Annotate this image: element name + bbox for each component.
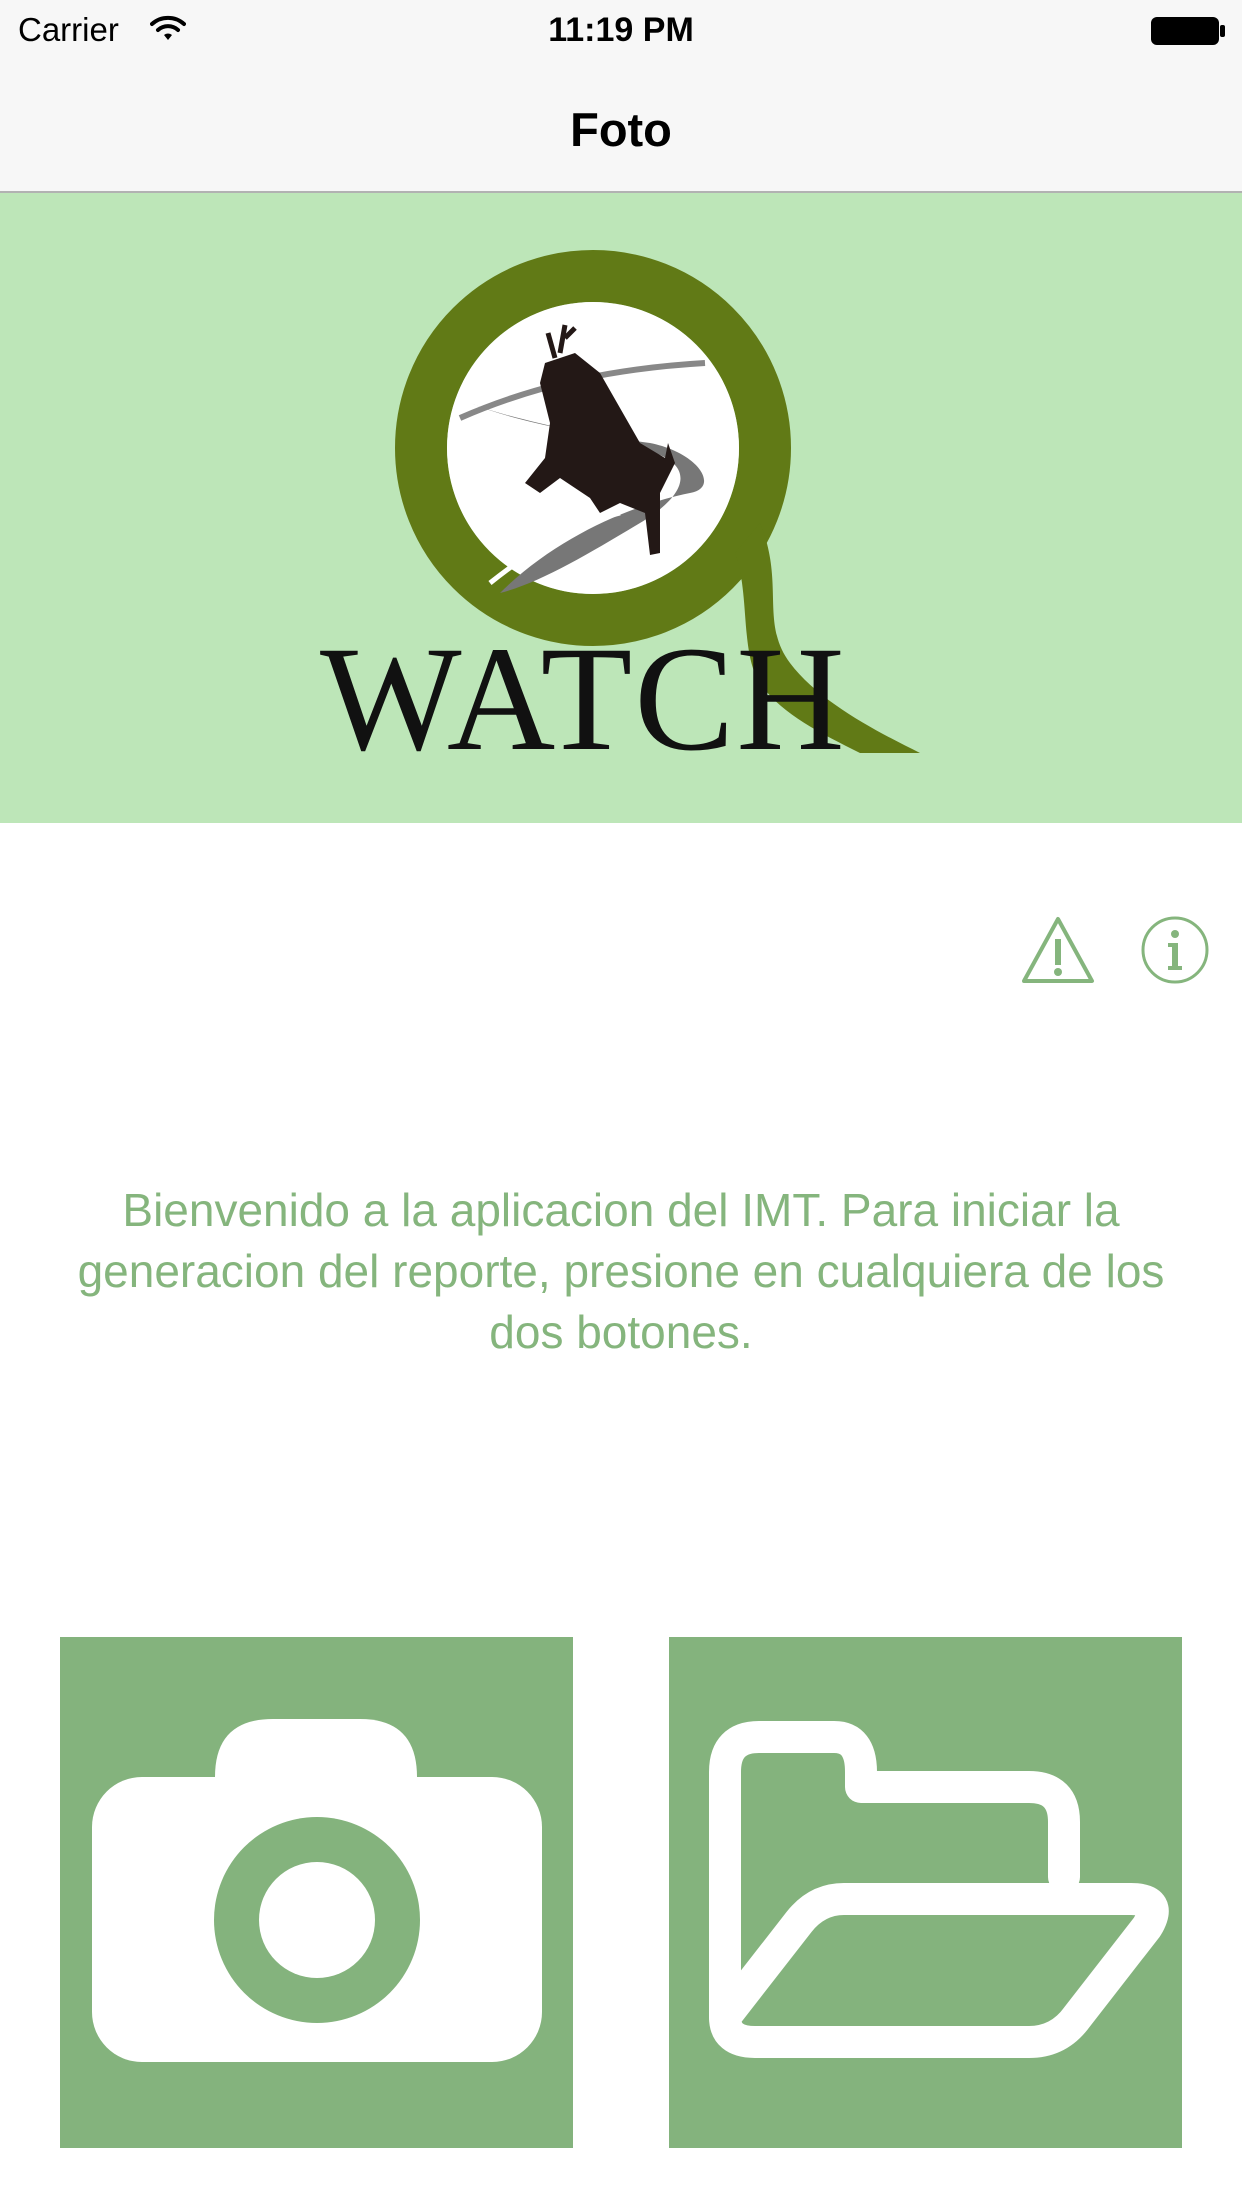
logo-wordmark: WATCH [320, 616, 847, 782]
welcome-message: Bienvenido a la aplicacion del IMT. Para… [77, 1184, 1165, 1358]
open-folder-button[interactable] [669, 1637, 1182, 2148]
logo-banner: WATCH [0, 193, 1242, 823]
warning-triangle-icon[interactable] [1020, 915, 1096, 985]
camera-button[interactable] [60, 1637, 573, 2148]
info-circle-icon[interactable] [1140, 915, 1210, 985]
status-bar: Carrier 11:19 PM [0, 0, 1242, 60]
battery-icon [1151, 17, 1225, 45]
camera-icon [92, 1719, 542, 2062]
page-title: Foto [570, 103, 672, 156]
folder-open-icon [709, 1721, 1169, 2058]
navigation-bar: Foto [0, 60, 1242, 193]
status-time: 11:19 PM [548, 11, 694, 49]
